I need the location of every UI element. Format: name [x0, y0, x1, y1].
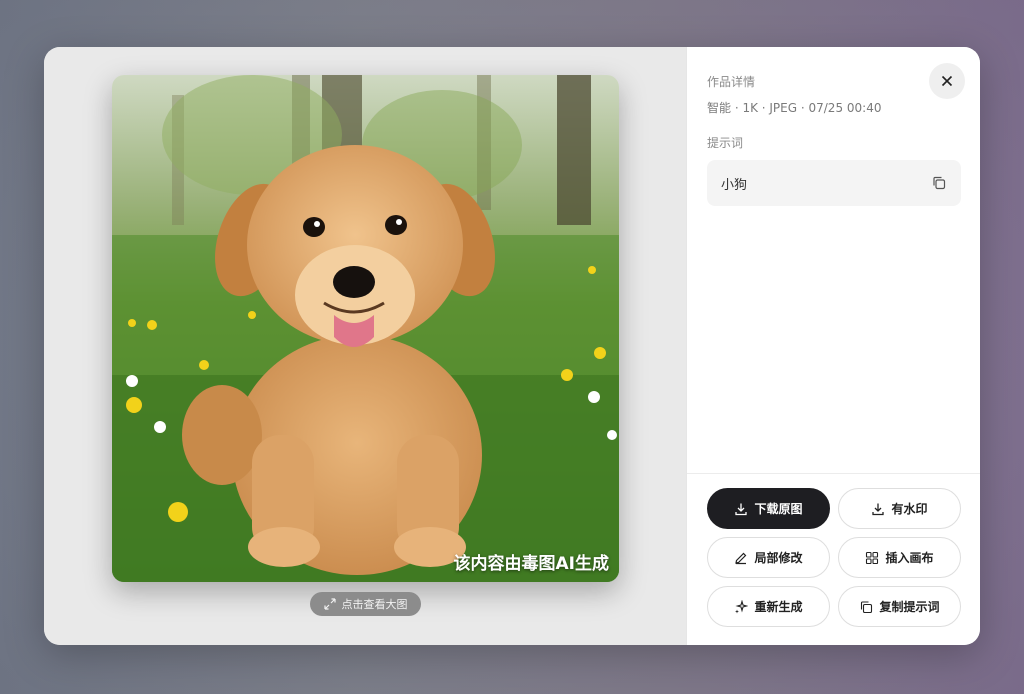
copy-icon	[861, 600, 873, 613]
preview-pane: 该内容由毒图AI生成 点击查看大图	[44, 47, 686, 645]
sparkle-icon	[735, 599, 749, 613]
artwork-meta: 智能 · 1K · JPEG · 07/25 00:40	[707, 101, 882, 115]
detail-pane: 作品详情 智能 · 1K · JPEG · 07/25 00:40 提示词 小狗…	[686, 47, 980, 645]
view-large-image-button[interactable]: 点击查看大图	[310, 592, 421, 616]
insert-canvas-label: 插入画布	[885, 551, 934, 565]
partial-edit-label: 局部修改	[754, 551, 803, 565]
prompt-label: 提示词	[707, 136, 744, 150]
close-button[interactable]	[929, 63, 965, 99]
expand-icon	[323, 598, 336, 610]
pencil-icon	[735, 552, 747, 564]
artwork-detail-modal: 该内容由毒图AI生成 点击查看大图 作品详情 智能 · 1K · JPEG · …	[44, 47, 980, 645]
section-title: 作品详情	[707, 75, 756, 89]
copy-prompt-button[interactable]: 复制提示词	[838, 586, 961, 627]
copy-prompt-label: 复制提示词	[879, 600, 940, 614]
partial-edit-button[interactable]: 局部修改	[707, 537, 830, 578]
download-original-label: 下载原图	[754, 502, 803, 516]
copy-icon[interactable]	[931, 175, 947, 191]
close-icon	[941, 75, 953, 87]
insert-canvas-button[interactable]: 插入画布	[838, 537, 961, 578]
prompt-text: 小狗	[721, 177, 748, 193]
puppy-illustration	[112, 75, 619, 582]
download-watermark-label: 有水印	[891, 502, 928, 516]
actions-divider	[687, 473, 980, 474]
download-original-button[interactable]: 下载原图	[707, 488, 830, 529]
ai-watermark: 该内容由毒图AI生成	[453, 554, 609, 574]
download-icon	[735, 503, 748, 515]
download-watermark-button[interactable]: 有水印	[838, 488, 961, 529]
download-icon	[872, 503, 885, 515]
regenerate-button[interactable]: 重新生成	[707, 586, 830, 627]
prompt-box: 小狗	[707, 160, 961, 206]
generated-image[interactable]: 该内容由毒图AI生成	[112, 75, 619, 582]
grid-icon	[866, 551, 879, 564]
view-large-label: 点击查看大图	[341, 598, 408, 611]
regenerate-label: 重新生成	[754, 600, 803, 614]
